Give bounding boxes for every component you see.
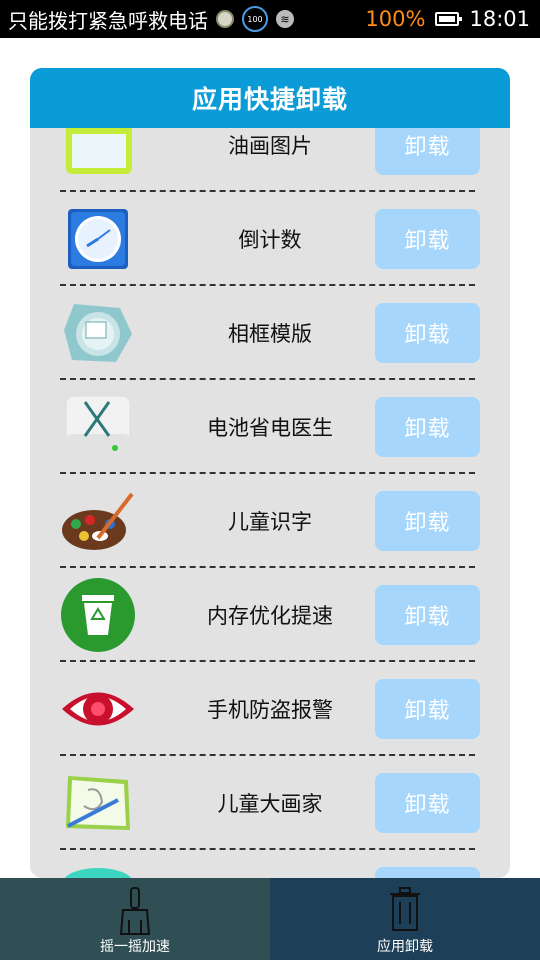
- app-name: 倒计数: [238, 228, 302, 252]
- paint-palette-icon: [60, 488, 136, 554]
- oil-painting-app-icon: [60, 128, 136, 178]
- app-name: 电池省电医生: [207, 416, 333, 440]
- uninstall-button[interactable]: 卸载: [375, 128, 480, 175]
- tab-app-uninstall[interactable]: 应用卸载: [270, 878, 540, 960]
- app-row: 相框模版 卸载: [30, 286, 510, 380]
- uninstall-button[interactable]: 卸载: [375, 397, 480, 457]
- app-row: 手机防盗报警 卸载: [30, 662, 510, 756]
- bottom-nav: 摇一摇加速 应用卸载: [0, 878, 540, 960]
- uninstall-button[interactable]: [375, 867, 480, 878]
- tab-label: 应用卸载: [377, 939, 433, 955]
- app-name: [140, 850, 400, 878]
- battery-icon: [435, 12, 463, 26]
- tab-label: 摇一摇加速: [100, 939, 170, 955]
- app-name: 内存优化提速: [207, 604, 333, 628]
- status-bar: 只能拨打紧急呼救电话 100 ≋ 100% 18:01: [0, 0, 540, 38]
- drawing-board-icon: [60, 770, 136, 836]
- trash-icon: [387, 886, 423, 936]
- carrier-text: 只能拨打紧急呼救电话: [8, 8, 208, 33]
- uninstall-button[interactable]: 卸载: [375, 303, 480, 363]
- compass-icon: [216, 10, 234, 28]
- tab-shake-accelerate[interactable]: 摇一摇加速: [0, 878, 270, 960]
- app-row: 电池省电医生 卸载: [30, 380, 510, 474]
- uninstall-button[interactable]: 卸载: [375, 209, 480, 269]
- clock: 18:01: [469, 7, 530, 31]
- uninstall-button[interactable]: 卸载: [375, 773, 480, 833]
- app-row: 儿童识字 卸载: [30, 474, 510, 568]
- battery-saver-100-icon: 100: [242, 6, 268, 32]
- app-row: [30, 850, 510, 878]
- uninstall-button[interactable]: 卸载: [375, 585, 480, 645]
- uninstall-card: 应用快捷卸载 油画图片 卸载 倒计数 卸载 相框模版 卸载 电池省电医生 卸载 …: [30, 68, 510, 878]
- card-title: 应用快捷卸载: [30, 68, 510, 128]
- app-row: 内存优化提速 卸载: [30, 568, 510, 662]
- photo-frame-icon: [60, 300, 136, 366]
- app-row: 倒计数 卸载: [30, 192, 510, 286]
- app-row: 儿童大画家 卸载: [30, 756, 510, 850]
- app-name: 儿童大画家: [217, 792, 323, 816]
- battery-doctor-icon: [60, 394, 136, 460]
- uninstall-button[interactable]: 卸载: [375, 679, 480, 739]
- recycle-bin-icon: [60, 578, 136, 652]
- app-row: 油画图片 卸载: [30, 128, 510, 192]
- app-name: 儿童识字: [228, 510, 312, 534]
- countdown-clock-icon: [60, 206, 136, 272]
- battery-percent: 100%: [365, 7, 426, 31]
- eye-alarm-icon: [60, 676, 136, 742]
- app-name: 手机防盗报警: [207, 698, 333, 722]
- uninstall-button[interactable]: 卸载: [375, 491, 480, 551]
- teal-app-icon: [60, 864, 136, 878]
- app-list[interactable]: 油画图片 卸载 倒计数 卸载 相框模版 卸载 电池省电医生 卸载 儿童识字 卸载…: [30, 128, 510, 878]
- broom-icon: [117, 886, 153, 940]
- app-name: 油画图片: [228, 134, 312, 158]
- wifi-icon: ≋: [276, 10, 294, 28]
- app-name: 相框模版: [228, 322, 312, 346]
